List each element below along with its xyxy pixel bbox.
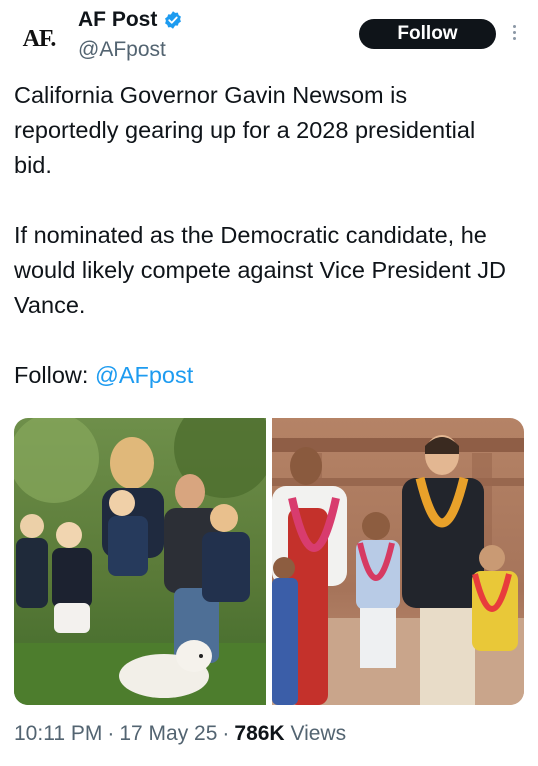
views-count: 786K [234,722,285,745]
tweet-follow-line: Follow: @AFpost [14,358,514,393]
author-name-row: AF Post [78,8,183,32]
photo-left-image [14,418,266,705]
tweet-meta: 10:11 PM · 17 May 25 · 786K Views [14,722,346,746]
follow-prefix: Follow: [14,362,95,388]
follow-button[interactable]: Follow [359,19,496,49]
verified-badge-icon [163,10,183,30]
tweet-text: California Governor Gavin Newsom is repo… [14,78,514,393]
tweet-paragraph-2: If nominated as the Democratic candidate… [14,222,507,318]
avatar[interactable]: AF. [14,14,64,64]
tweet-paragraph-1: California Governor Gavin Newsom is repo… [14,82,476,178]
avatar-logo-text: AF. [22,25,57,52]
meta-separator: · [222,722,230,745]
photo-left[interactable] [14,418,266,705]
tweet-time[interactable]: 10:11 PM [14,722,102,745]
display-name[interactable]: AF Post [78,8,157,32]
photo-right-image [272,418,524,705]
media-grid [14,418,524,705]
tweet-date[interactable]: 17 May 25 [119,722,217,745]
photo-right[interactable] [272,418,524,705]
meta-separator: · [107,722,115,745]
more-options-icon[interactable] [508,22,520,46]
user-handle[interactable]: @AFpost [78,38,166,62]
mention-link[interactable]: @AFpost [95,362,193,388]
views-label: Views [290,722,347,745]
